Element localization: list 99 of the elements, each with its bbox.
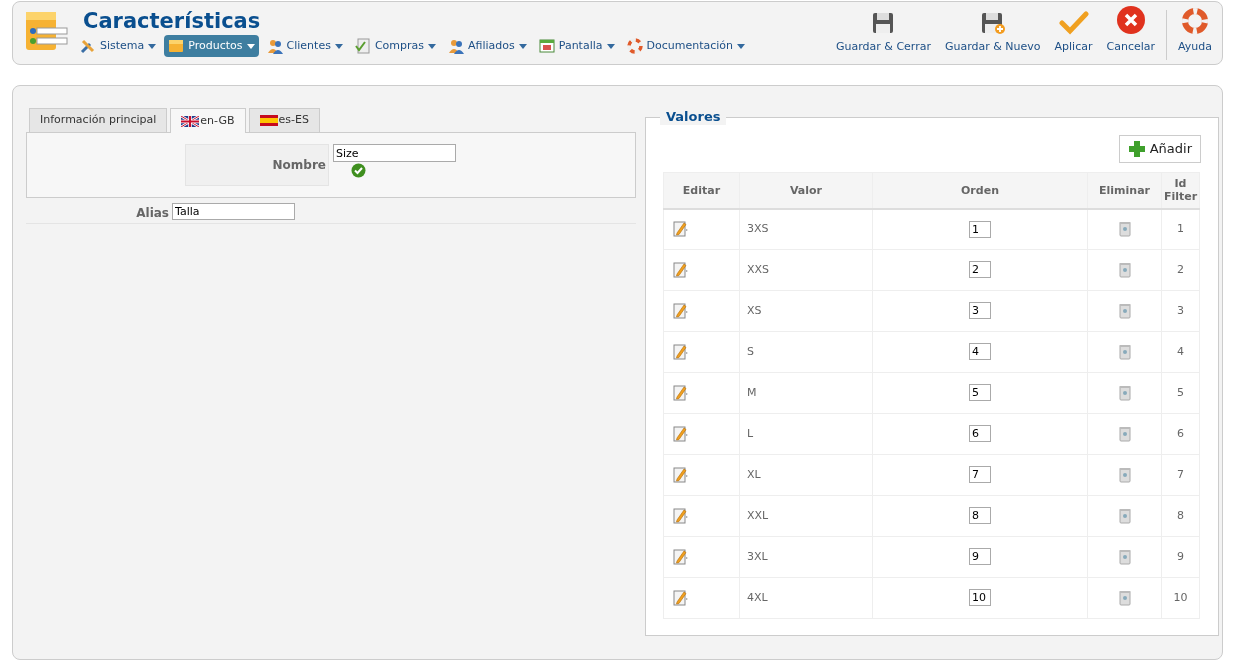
trash-icon[interactable]	[1118, 384, 1131, 401]
toolbar-button[interactable]: Guardar & Cerrar	[829, 4, 938, 55]
trash-icon[interactable]	[1118, 261, 1131, 278]
table-cell: 4	[1177, 344, 1184, 358]
toolbar-button[interactable]: Ayuda	[1171, 4, 1219, 55]
table-cell: 5	[1177, 385, 1184, 399]
table-cell: 10	[1173, 590, 1188, 604]
menu-item[interactable]: Afiliados	[444, 35, 531, 57]
order-input[interactable]: 3	[969, 302, 991, 320]
table-cell: M	[747, 385, 757, 399]
language-tab[interactable]: en-GB	[170, 108, 246, 133]
table-cell: 2	[1177, 262, 1184, 276]
table-cell: 9	[1177, 549, 1184, 563]
menu-item[interactable]: Compras	[350, 35, 440, 57]
order-input[interactable]: 6	[969, 425, 991, 443]
caret-icon	[246, 43, 255, 49]
edit-pencil-icon[interactable]	[673, 590, 689, 606]
trash-icon[interactable]	[1118, 302, 1131, 319]
floppy-disk-plus-icon	[979, 10, 1006, 35]
table-cell: S	[747, 344, 754, 358]
screen-icon	[538, 38, 555, 54]
input-field[interactable]: Talla	[172, 203, 295, 220]
trash-icon[interactable]	[1118, 221, 1131, 237]
table-cell: 1	[1177, 222, 1184, 235]
table-cell: XXS	[747, 262, 770, 276]
spain-flag-icon	[259, 115, 278, 126]
caret-icon	[428, 43, 436, 49]
app-logo-icon	[25, 10, 71, 52]
order-input[interactable]: 2	[969, 261, 991, 279]
column-header: Eliminar	[1099, 183, 1150, 197]
trash-icon[interactable]	[1118, 425, 1131, 442]
caret-icon	[737, 43, 746, 49]
order-input[interactable]: 8	[969, 507, 991, 525]
uk-flag-icon	[181, 115, 200, 127]
lifebuoy-icon	[1181, 6, 1209, 35]
checkmark-icon	[1058, 10, 1089, 35]
table-cell: 3XS	[747, 222, 769, 235]
trash-icon[interactable]	[1118, 507, 1131, 524]
caret-icon	[606, 43, 615, 49]
edit-pencil-icon[interactable]	[673, 221, 689, 238]
edit-pencil-icon[interactable]	[673, 549, 689, 565]
column-header: Id Filter	[1163, 177, 1198, 204]
caret-icon	[334, 43, 343, 49]
trash-icon[interactable]	[1118, 589, 1131, 606]
menu-item[interactable]: Documentación	[622, 35, 750, 57]
table-cell: XS	[747, 303, 762, 317]
caret-icon	[148, 43, 157, 49]
trash-icon[interactable]	[1118, 548, 1131, 565]
document-check-icon	[354, 38, 371, 54]
table-cell: XL	[747, 467, 761, 481]
edit-pencil-icon[interactable]	[673, 303, 689, 319]
caret-icon	[518, 43, 527, 49]
order-input[interactable]: 10	[969, 589, 991, 607]
menu-item[interactable]: Pantalla	[534, 35, 619, 57]
trash-icon[interactable]	[1118, 343, 1131, 360]
close-icon	[1115, 4, 1146, 35]
table-cell: XXL	[747, 508, 769, 522]
edit-pencil-icon[interactable]	[673, 344, 689, 360]
order-input[interactable]: 5	[969, 384, 991, 402]
table-cell: 4XL	[747, 590, 768, 604]
people-icon	[266, 38, 283, 54]
table-cell: 6	[1177, 426, 1184, 440]
column-header: Orden	[961, 183, 999, 197]
people-icon	[448, 38, 464, 54]
language-tab[interactable]: Información principal	[29, 108, 168, 132]
table-cell: 7	[1177, 467, 1184, 481]
edit-pencil-icon[interactable]	[673, 385, 689, 401]
add-button[interactable]: Añadir	[1118, 135, 1201, 163]
table-cell: 8	[1177, 508, 1184, 522]
lifebuoy-icon	[626, 38, 643, 54]
order-input[interactable]: 4	[969, 343, 991, 361]
plus-icon	[1127, 140, 1146, 158]
field-label: Nombre	[272, 157, 326, 174]
column-header: Editar	[682, 183, 721, 197]
edit-pencil-icon[interactable]	[673, 262, 689, 278]
trash-icon[interactable]	[1118, 466, 1131, 483]
fieldset-legend: Valores	[660, 109, 727, 125]
input-field[interactable]: Size	[333, 144, 456, 162]
box-icon	[168, 38, 185, 54]
edit-pencil-icon[interactable]	[673, 508, 689, 524]
toolbar-button[interactable]: Cancelar	[1099, 4, 1162, 55]
order-input[interactable]: 7	[969, 466, 991, 484]
field-label: Alias	[136, 205, 169, 220]
edit-pencil-icon[interactable]	[673, 467, 689, 483]
toolbar-button[interactable]: Aplicar	[1047, 4, 1100, 55]
page-title: Características	[83, 8, 262, 34]
table-cell: 3XL	[747, 549, 768, 563]
edit-pencil-icon[interactable]	[673, 426, 689, 442]
toolbar-button[interactable]: Guardar & Nuevo	[937, 4, 1048, 55]
language-tab[interactable]: es-ES	[248, 108, 320, 132]
order-input[interactable]: 1	[969, 220, 991, 238]
column-header: Valor	[789, 183, 823, 197]
table-cell: 3	[1177, 303, 1184, 317]
menu-item[interactable]: Clientes	[262, 35, 347, 57]
table-cell: L	[747, 426, 754, 440]
tools-icon	[80, 38, 96, 54]
order-input[interactable]: 9	[969, 548, 991, 566]
menu-item[interactable]: Productos	[164, 35, 259, 57]
menu-item[interactable]: Sistema	[76, 35, 161, 57]
